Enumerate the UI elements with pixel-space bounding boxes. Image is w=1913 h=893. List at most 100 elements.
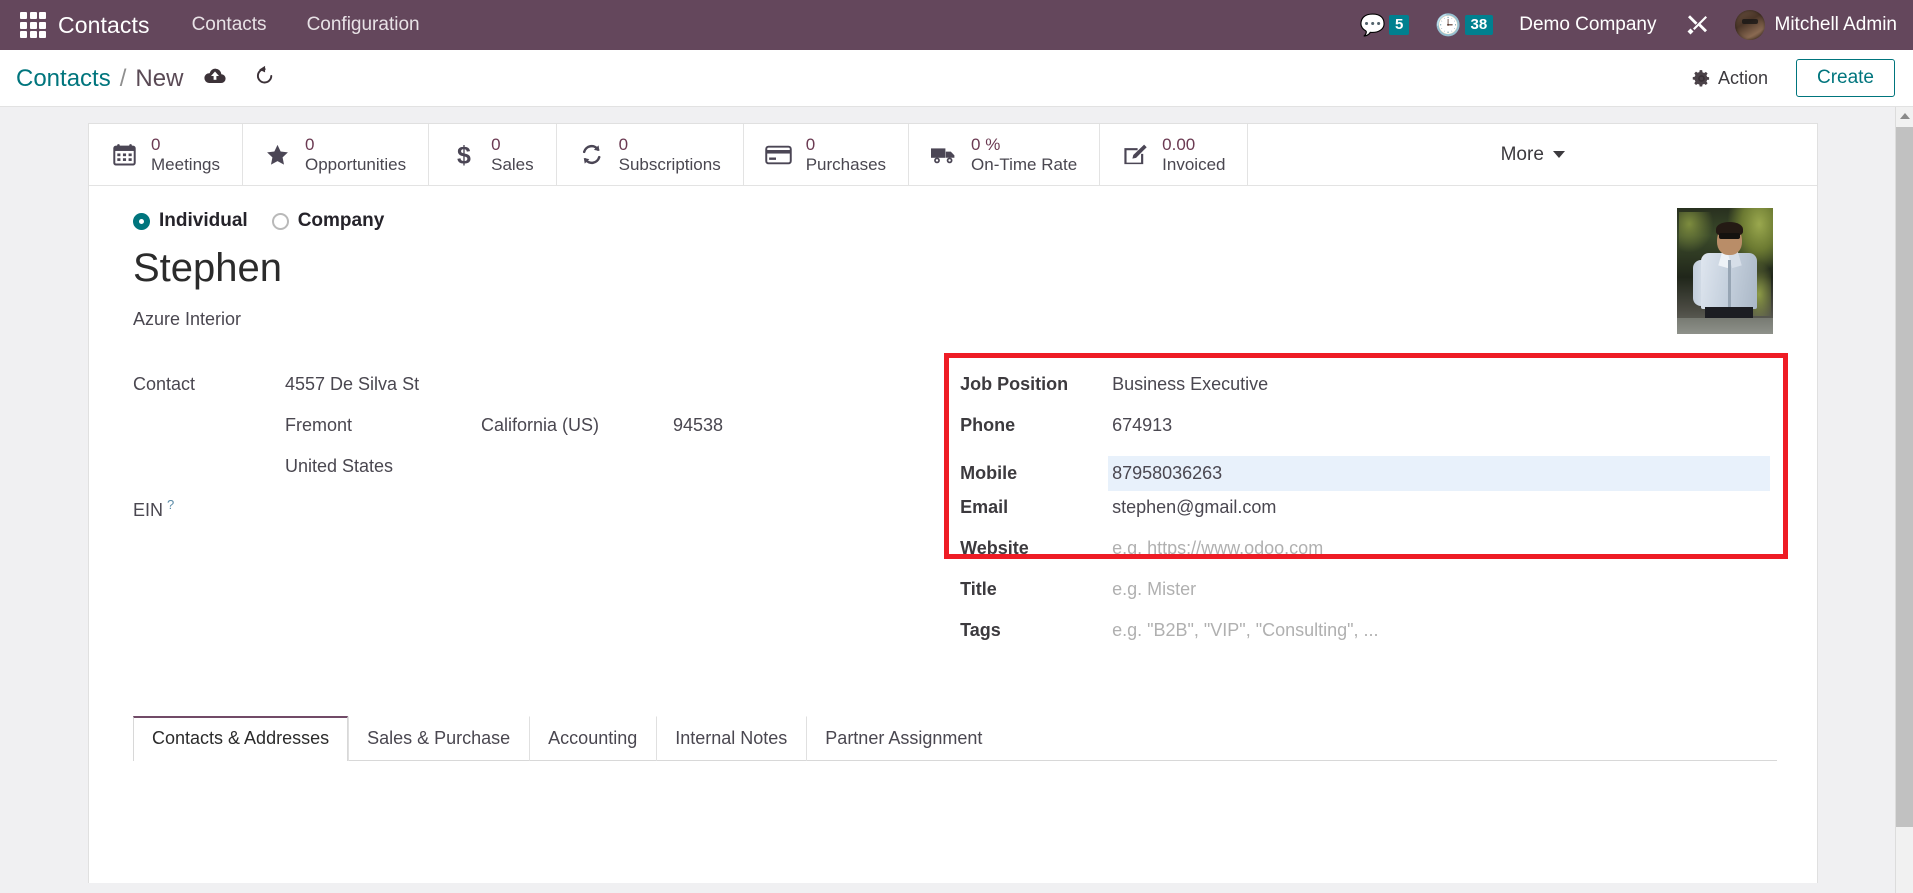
- gear-icon: [1692, 69, 1711, 88]
- refresh-icon: [577, 142, 607, 167]
- stat-button-on-time-rate[interactable]: 0 % On-Time Rate: [909, 124, 1100, 185]
- radio-indicator-individual: [133, 213, 150, 230]
- stat-value: 0: [491, 135, 534, 154]
- field-row-mobile: Mobile 87958036263: [960, 456, 1777, 492]
- tab-internal-notes[interactable]: Internal Notes: [656, 716, 806, 761]
- company-switcher[interactable]: Demo Company: [1519, 14, 1656, 36]
- contact-name-field[interactable]: Stephen: [133, 246, 1777, 291]
- stat-label: Invoiced: [1162, 155, 1225, 174]
- field-row-email: Email stephen@gmail.com: [960, 497, 1777, 533]
- tab-contacts-addresses[interactable]: Contacts & Addresses: [133, 716, 348, 761]
- notebook-tabs: Contacts & Addresses Sales & Purchase Ac…: [133, 715, 1777, 761]
- stat-button-purchases[interactable]: 0 Purchases: [744, 124, 909, 185]
- breadcrumb-contacts[interactable]: Contacts: [16, 65, 111, 93]
- activities-counter[interactable]: 🕒 38: [1435, 15, 1493, 36]
- activities-count-badge: 38: [1465, 15, 1494, 35]
- star-icon: [263, 142, 293, 168]
- field-row-job-position: Job Position Business Executive: [960, 374, 1777, 410]
- cloud-upload-icon[interactable]: [203, 66, 227, 86]
- tools-icon[interactable]: [1685, 13, 1709, 37]
- messages-counter[interactable]: 💬 5: [1360, 15, 1410, 36]
- city-field[interactable]: Fremont: [285, 415, 481, 436]
- stat-label: Sales: [491, 155, 534, 174]
- pencil-square-icon: [1120, 143, 1150, 167]
- phone-field[interactable]: 674913: [1112, 415, 1172, 436]
- breadcrumb-current-new: New: [135, 65, 183, 93]
- label-job-position: Job Position: [960, 374, 1112, 395]
- stat-label: Purchases: [806, 155, 886, 174]
- svg-text:$: $: [457, 142, 471, 168]
- street-field[interactable]: 4557 De Silva St: [285, 374, 419, 395]
- radio-label-individual: Individual: [159, 210, 248, 232]
- control-panel-actions: Action Create: [1692, 59, 1895, 97]
- field-row-country: United States: [133, 456, 940, 492]
- record-sheet: 0 Meetings 0 Opportunities $: [88, 123, 1818, 883]
- clock-icon: 🕒: [1435, 15, 1461, 36]
- stat-value: 0: [151, 135, 220, 154]
- app-brand-contacts[interactable]: Contacts: [58, 12, 150, 39]
- stat-button-sales[interactable]: $ 0 Sales: [429, 124, 557, 185]
- action-menu-button[interactable]: Action: [1692, 68, 1768, 89]
- scrollbar-thumb[interactable]: [1896, 127, 1913, 827]
- field-row-ein: EIN?: [133, 497, 940, 533]
- dollar-icon: $: [449, 142, 479, 168]
- notebook-panel: [133, 761, 1777, 801]
- apps-grid-icon[interactable]: [20, 12, 46, 38]
- user-menu[interactable]: Mitchell Admin: [1735, 10, 1898, 40]
- stat-label: Meetings: [151, 155, 220, 174]
- contact-photo[interactable]: [1677, 208, 1773, 334]
- stat-value: 0: [305, 135, 406, 154]
- scroll-up-arrow-icon[interactable]: [1896, 107, 1913, 125]
- menu-item-contacts[interactable]: Contacts: [192, 14, 267, 36]
- menu-item-configuration[interactable]: Configuration: [307, 14, 420, 36]
- tags-field[interactable]: e.g. "B2B", "VIP", "Consulting", ...: [1112, 620, 1378, 641]
- company-type-radio-group: Individual Company: [133, 210, 1777, 232]
- label-mobile: Mobile: [960, 463, 1112, 484]
- stat-button-invoiced[interactable]: 0.00 Invoiced: [1100, 124, 1248, 185]
- tab-partner-assignment[interactable]: Partner Assignment: [806, 716, 1001, 761]
- credit-card-icon: [764, 144, 794, 166]
- zip-field[interactable]: 94538: [673, 415, 723, 436]
- create-button[interactable]: Create: [1796, 59, 1895, 97]
- calendar-icon: [109, 142, 139, 167]
- label-tags: Tags: [960, 620, 1112, 641]
- radio-company[interactable]: Company: [272, 210, 385, 232]
- contact-form: Individual Company Stephen Azure Interio…: [89, 186, 1817, 801]
- parent-company-field[interactable]: Azure Interior: [133, 309, 1777, 330]
- radio-individual[interactable]: Individual: [133, 210, 248, 232]
- field-row-tags: Tags e.g. "B2B", "VIP", "Consulting", ..…: [960, 620, 1777, 656]
- vertical-scrollbar[interactable]: [1895, 107, 1913, 893]
- stat-button-meetings[interactable]: 0 Meetings: [89, 124, 243, 185]
- breadcrumb-separator: /: [120, 65, 127, 93]
- navbar-right: 💬 5 🕒 38 Demo Company Mitchell Admin: [1360, 10, 1913, 40]
- label-phone: Phone: [960, 415, 1112, 436]
- country-field[interactable]: United States: [285, 456, 393, 477]
- label-email: Email: [960, 497, 1112, 518]
- email-field[interactable]: stephen@gmail.com: [1112, 497, 1276, 518]
- stat-button-opportunities[interactable]: 0 Opportunities: [243, 124, 429, 185]
- top-navbar: Contacts Contacts Configuration 💬 5 🕒 38…: [0, 0, 1913, 50]
- stat-label: Opportunities: [305, 155, 406, 174]
- state-field[interactable]: California (US): [481, 415, 673, 436]
- control-panel: Contacts / New Action: [0, 50, 1913, 107]
- job-position-field[interactable]: Business Executive: [1112, 374, 1268, 395]
- tab-accounting[interactable]: Accounting: [529, 716, 656, 761]
- messages-count-badge: 5: [1389, 15, 1409, 35]
- avatar: [1735, 10, 1765, 40]
- stat-value: 0 %: [971, 135, 1077, 154]
- more-dropdown-button[interactable]: More: [1248, 124, 1817, 185]
- tab-sales-purchase[interactable]: Sales & Purchase: [348, 716, 529, 761]
- mobile-field[interactable]: 87958036263: [1108, 456, 1770, 491]
- field-row-title: Title e.g. Mister: [960, 579, 1777, 615]
- title-field[interactable]: e.g. Mister: [1112, 579, 1196, 600]
- stat-label: Subscriptions: [619, 155, 721, 174]
- undo-icon[interactable]: [253, 64, 276, 86]
- stat-value: 0.00: [1162, 135, 1225, 154]
- website-field[interactable]: e.g. https://www.odoo.com: [1112, 538, 1323, 559]
- breadcrumb: Contacts / New: [16, 64, 276, 93]
- stat-button-subscriptions[interactable]: 0 Subscriptions: [557, 124, 744, 185]
- form-column-left: Contact 4557 De Silva St Fremont Califor…: [133, 374, 940, 661]
- field-row-phone: Phone 674913: [960, 415, 1777, 451]
- more-label: More: [1501, 144, 1544, 166]
- help-tooltip-icon[interactable]: ?: [167, 497, 174, 512]
